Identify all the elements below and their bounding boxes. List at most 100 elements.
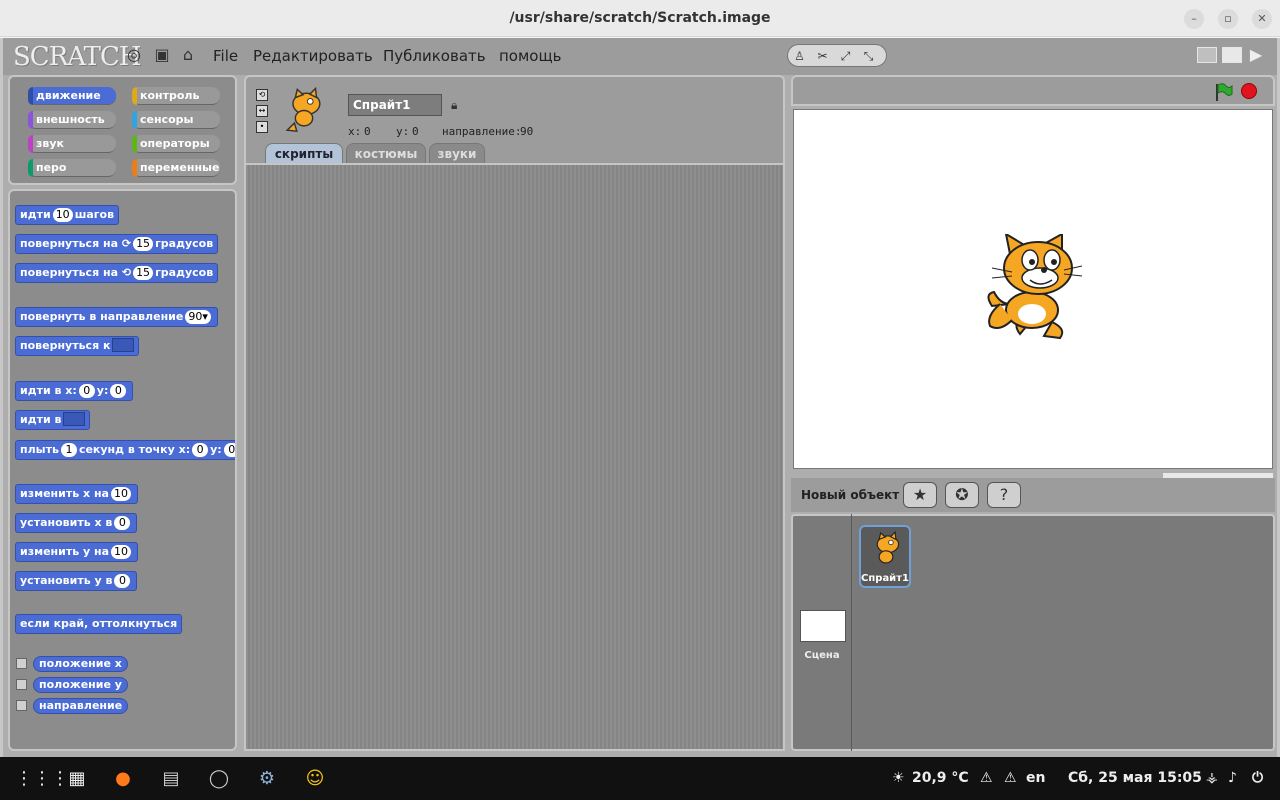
reporter-direction[interactable]: направление: [33, 698, 129, 714]
paint-star-icon: ★: [912, 485, 928, 504]
direction-checkbox[interactable]: [16, 700, 27, 711]
category-sound[interactable]: звук: [28, 135, 116, 153]
volume-icon[interactable]: ♪: [1228, 770, 1237, 786]
settings-gear-icon[interactable]: ⚙: [254, 766, 280, 792]
network-icon[interactable]: ⚶: [1206, 770, 1218, 786]
duplicate-icon[interactable]: ♙: [788, 46, 811, 67]
menu-edit[interactable]: Редактировать: [253, 47, 373, 65]
save-icon[interactable]: ▣: [153, 46, 171, 64]
random-sprite-button[interactable]: ?: [987, 482, 1021, 508]
seconds-input[interactable]: 1: [60, 443, 77, 457]
firefox-icon[interactable]: ●: [110, 766, 136, 792]
globe-icon[interactable]: ◎: [125, 46, 143, 64]
block-change-y[interactable]: изменить y на 10: [15, 542, 139, 562]
towards-dropdown[interactable]: [112, 338, 135, 352]
small-stage-mode-icon[interactable]: [1197, 47, 1217, 63]
y-input[interactable]: 0: [110, 384, 127, 398]
share-icon[interactable]: ⌂: [179, 46, 197, 64]
set-x-input[interactable]: 0: [114, 516, 131, 530]
degrees-input[interactable]: 15: [133, 237, 154, 251]
goto-dropdown[interactable]: [63, 412, 86, 426]
category-pen[interactable]: перо: [28, 159, 116, 177]
change-y-input[interactable]: 10: [111, 545, 132, 559]
reporter-y-position[interactable]: положение y: [33, 677, 128, 693]
category-variables[interactable]: переменные: [132, 159, 220, 177]
x-input[interactable]: 0: [78, 384, 95, 398]
block-point-towards[interactable]: повернуться к: [15, 336, 140, 356]
degrees-input[interactable]: 15: [133, 266, 154, 280]
workspaces-icon[interactable]: ▦: [64, 766, 90, 792]
menu-file[interactable]: File: [213, 47, 238, 65]
choose-sprite-file-button[interactable]: ✪: [945, 482, 979, 508]
scripts-area[interactable]: [244, 163, 785, 751]
menu-share[interactable]: Публиковать: [383, 47, 486, 65]
presentation-mode-icon[interactable]: ▶: [1247, 46, 1265, 64]
warning-icon-2[interactable]: ⚠: [1004, 770, 1017, 786]
block-move-steps[interactable]: идти 10 шагов: [15, 205, 120, 225]
sprite-name-field[interactable]: Спрайт1: [348, 94, 442, 116]
tab-costumes[interactable]: костюмы: [346, 143, 426, 163]
tab-scripts[interactable]: скрипты: [265, 143, 343, 163]
taskbar: ⋮⋮⋮ ▦ ● ▤ ◯ ⚙ ☺ ☀ 20,9 °C ⚠ ⚠ en Сб, 25 …: [0, 757, 1280, 800]
power-icon[interactable]: ⏻: [1252, 770, 1263, 786]
set-y-input[interactable]: 0: [114, 574, 131, 588]
block-set-x[interactable]: установить x в0: [15, 513, 138, 533]
block-glide[interactable]: плыть 1 секунд в точку x: 0 y: 0: [15, 440, 235, 460]
category-looks[interactable]: внешность: [28, 111, 116, 129]
sprite-thumb-sprite1[interactable]: Спрайт1: [859, 525, 911, 588]
no-rotate-icon[interactable]: •: [256, 121, 268, 133]
close-button[interactable]: ✕: [1252, 9, 1272, 29]
warning-icon[interactable]: ⚠: [980, 770, 993, 786]
sprite-x-label: x:: [348, 125, 362, 138]
sprite-direction-label: направление:: [442, 125, 522, 138]
reporter-x-position[interactable]: положение x: [33, 656, 128, 672]
cat-sprite[interactable]: [982, 234, 1086, 344]
normal-stage-mode-icon[interactable]: [1222, 47, 1242, 63]
app-grid-icon[interactable]: ⋮⋮⋮: [15, 766, 69, 792]
shrink-icon[interactable]: ⤡: [857, 46, 880, 67]
y-input[interactable]: 0: [223, 443, 235, 457]
maximize-button[interactable]: ▫: [1218, 9, 1238, 29]
x-input[interactable]: 0: [192, 443, 209, 457]
category-label: движение: [36, 89, 101, 102]
category-control[interactable]: контроль: [132, 87, 220, 105]
paint-sprite-button[interactable]: ★: [903, 482, 937, 508]
x-position-checkbox[interactable]: [16, 658, 27, 669]
scratch-app-icon[interactable]: ☺: [302, 766, 328, 792]
clock[interactable]: Сб, 25 мая 15:05: [1068, 770, 1202, 786]
direction-input[interactable]: 90▾: [185, 310, 211, 324]
block-goto[interactable]: идти в: [15, 410, 91, 430]
block-goto-xy[interactable]: идти в x: 0 y: 0: [15, 381, 134, 401]
rotate-style-icon[interactable]: ⟲: [256, 89, 268, 101]
grow-icon[interactable]: ⤢: [834, 46, 857, 67]
turn-right-icon: ⟳: [121, 237, 132, 250]
flip-style-icon[interactable]: ↔: [256, 105, 268, 117]
block-palette: идти 10 шагов повернуться на ⟳ 15 градусов п…: [8, 189, 237, 751]
menu-help[interactable]: помощь: [499, 47, 561, 65]
block-turn-left[interactable]: повернуться на ⟲ 15 градусов: [15, 263, 219, 283]
minimize-button[interactable]: –: [1184, 9, 1204, 29]
steps-input[interactable]: 10: [52, 208, 73, 222]
tab-sounds[interactable]: звуки: [429, 143, 485, 163]
stage-thumbnail[interactable]: [800, 610, 846, 642]
weather-icon: ☀: [892, 770, 905, 786]
block-set-y[interactable]: установить y в0: [15, 571, 138, 591]
category-operators[interactable]: операторы: [132, 135, 220, 153]
block-point-direction[interactable]: повернуть в направление 90▾: [15, 307, 218, 327]
weather-temp[interactable]: 20,9 °C: [912, 770, 969, 786]
y-position-checkbox[interactable]: [16, 679, 27, 690]
green-flag-icon[interactable]: [1213, 82, 1233, 102]
category-motion[interactable]: движение: [28, 87, 116, 105]
stage[interactable]: [793, 109, 1273, 469]
stop-icon[interactable]: [1241, 83, 1257, 99]
change-x-input[interactable]: 10: [110, 487, 131, 501]
cut-icon[interactable]: ✂: [811, 46, 834, 67]
chat-icon[interactable]: ◯: [206, 766, 232, 792]
category-sensing[interactable]: сенсоры: [132, 111, 220, 129]
block-turn-right[interactable]: повернуться на ⟳ 15 градусов: [15, 234, 219, 254]
block-change-x[interactable]: изменить x на 10: [15, 484, 138, 504]
files-icon[interactable]: ▤: [158, 766, 184, 792]
lock-icon[interactable]: 🔒︎: [451, 99, 461, 111]
block-bounce[interactable]: если край, оттолкнуться: [15, 614, 183, 634]
keyboard-layout[interactable]: en: [1026, 770, 1045, 786]
